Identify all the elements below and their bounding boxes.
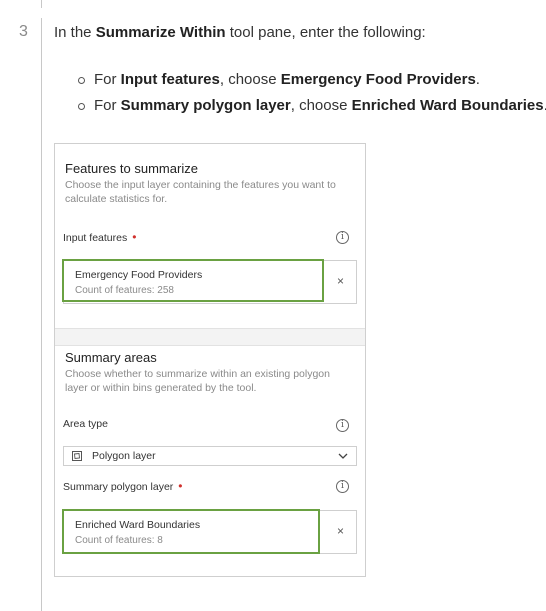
input-features-selector[interactable]: Emergency Food Providers Count of featur…	[62, 259, 357, 304]
features-section-title: Features to summarize	[65, 161, 198, 176]
input-layer-count: Count of features: 258	[75, 285, 174, 296]
info-icon[interactable]: i	[336, 419, 349, 432]
bullet-text: For Summary polygon layer, choose Enrich…	[94, 97, 546, 114]
step-instruction: In the Summarize Within tool pane, enter…	[54, 24, 426, 41]
instruction-tool-name: Summarize Within	[95, 24, 226, 41]
polygon-layer-name: Enriched Ward Boundaries	[75, 519, 201, 531]
required-indicator: •	[178, 479, 183, 493]
chevron-down-icon	[338, 453, 348, 459]
bullet-circle-icon	[78, 103, 85, 110]
summary-section-description: Choose whether to summarize within an ex…	[65, 368, 330, 394]
polygon-layer-count: Count of features: 8	[75, 535, 163, 546]
summary-section-title: Summary areas	[65, 350, 157, 365]
close-icon[interactable]: ×	[337, 524, 344, 538]
summary-polygon-layer-selector[interactable]: Enriched Ward Boundaries Count of featur…	[62, 509, 357, 554]
area-type-dropdown[interactable]: Polygon layer	[63, 446, 357, 466]
section-divider	[55, 328, 365, 346]
bullet-text: For Input features, choose Emergency Foo…	[94, 71, 480, 88]
highlight-box	[62, 509, 320, 554]
close-icon[interactable]: ×	[337, 274, 344, 288]
instruction-text-pre: In the	[54, 24, 96, 41]
features-section-description: Choose the input layer containing the fe…	[65, 179, 336, 205]
step-number: 3	[19, 23, 28, 40]
bullet-circle-icon	[78, 77, 85, 84]
input-features-label: Input features •	[63, 230, 137, 244]
step-connector-line-top	[41, 0, 42, 8]
step-connector-line	[41, 18, 42, 611]
info-icon[interactable]: i	[336, 231, 349, 244]
area-type-value: Polygon layer	[92, 450, 156, 462]
info-icon[interactable]: i	[336, 480, 349, 493]
area-type-label: Area type	[63, 418, 108, 430]
summary-polygon-layer-label: Summary polygon layer •	[63, 479, 183, 493]
required-indicator: •	[132, 230, 137, 244]
instruction-text-post: tool pane, enter the following:	[225, 24, 426, 41]
summarize-within-tool-pane: Features to summarize Choose the input l…	[54, 143, 366, 577]
input-layer-name: Emergency Food Providers	[75, 269, 203, 281]
polygon-layer-icon	[72, 451, 82, 461]
